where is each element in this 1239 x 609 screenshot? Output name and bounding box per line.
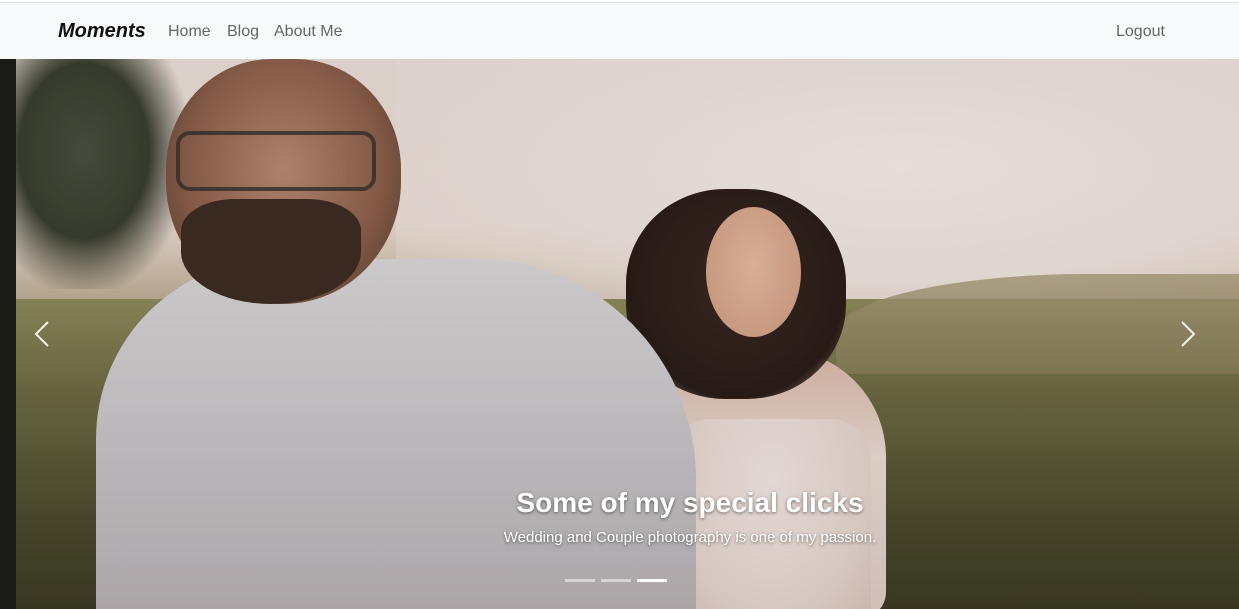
nav-link-blog[interactable]: Blog bbox=[227, 23, 259, 41]
brand-logo[interactable]: Moments bbox=[58, 20, 146, 43]
carousel-indicator-3[interactable] bbox=[637, 579, 667, 582]
carousel-prev-button[interactable] bbox=[22, 314, 62, 354]
carousel-edge bbox=[0, 59, 16, 609]
carousel-indicator-1[interactable] bbox=[565, 579, 595, 582]
chevron-right-icon bbox=[1181, 321, 1196, 347]
logout-link[interactable]: Logout bbox=[1116, 23, 1165, 41]
carousel-indicator-2[interactable] bbox=[601, 579, 631, 582]
navbar: Moments Home Blog About Me Logout bbox=[0, 3, 1239, 59]
nav-link-home[interactable]: Home bbox=[168, 23, 211, 41]
caption-text: Wedding and Couple photography is one of… bbox=[503, 529, 877, 546]
carousel-next-button[interactable] bbox=[1168, 314, 1208, 354]
caption-title: Some of my special clicks bbox=[516, 487, 864, 518]
chevron-left-icon bbox=[34, 321, 49, 347]
nav-link-about-me[interactable]: About Me bbox=[274, 23, 342, 41]
carousel-indicators bbox=[565, 579, 685, 583]
hero-carousel: Some of my special clicks Wedding and Co… bbox=[0, 59, 1239, 609]
carousel-caption: Some of my special clicks Wedding and Co… bbox=[400, 487, 980, 546]
